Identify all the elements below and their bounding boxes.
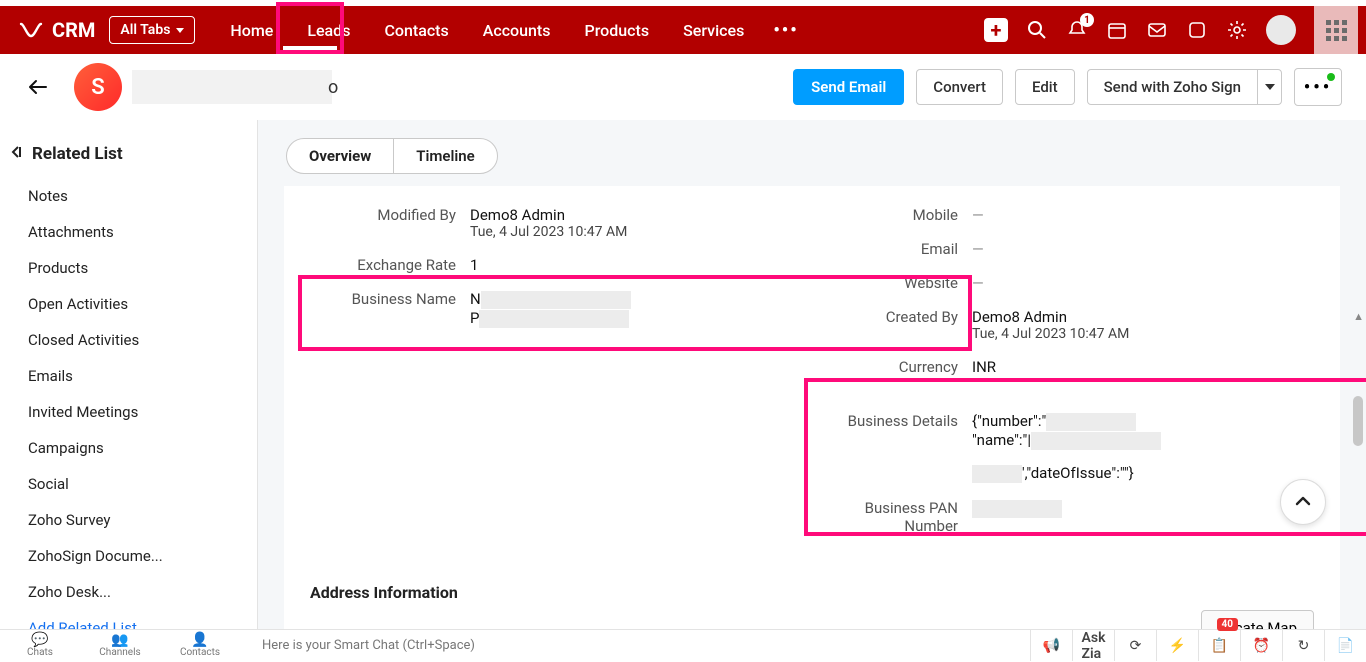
sidebar-item-products[interactable]: Products xyxy=(28,250,257,286)
content-area: Overview Timeline Modified By Demo8 Admi… xyxy=(258,120,1366,629)
field-modified-by: Modified By Demo8 Admin Tue, 4 Jul 2023 … xyxy=(310,198,812,248)
scrollbar-thumb[interactable] xyxy=(1353,396,1363,446)
app-launcher-icon[interactable] xyxy=(1314,6,1358,54)
contacts-icon: 👤 xyxy=(191,633,208,647)
sidebar-item-open-activities[interactable]: Open Activities xyxy=(28,286,257,322)
detail-panel: Modified By Demo8 Admin Tue, 4 Jul 2023 … xyxy=(284,186,1340,629)
record-header: S o Send Email Convert Edit Send with Zo… xyxy=(0,54,1366,120)
history-icon[interactable]: ↻ xyxy=(1282,630,1324,661)
mail-icon[interactable] xyxy=(1146,19,1168,41)
footer-chats[interactable]: 💬Chats xyxy=(0,633,80,658)
smart-chat-hint[interactable]: Here is your Smart Chat (Ctrl+Space) xyxy=(262,638,1030,653)
related-list-items: Notes Attachments Products Open Activiti… xyxy=(0,178,257,629)
notification-bell-icon[interactable]: 1 xyxy=(1066,19,1088,41)
footer-channels[interactable]: 👥Channels xyxy=(80,633,160,658)
clipboard-icon[interactable]: 📄 xyxy=(1324,630,1366,661)
sidebar-item-campaigns[interactable]: Campaigns xyxy=(28,430,257,466)
app-name: CRM xyxy=(52,18,95,42)
refresh-icon[interactable]: ⟳ xyxy=(1114,630,1156,661)
business-name-annotation xyxy=(298,275,972,351)
nav-accounts[interactable]: Accounts xyxy=(466,6,568,54)
footer-bar: 💬Chats 👥Channels 👤Contacts Here is your … xyxy=(0,629,1366,661)
profile-avatar[interactable] xyxy=(1266,15,1296,45)
tab-overview[interactable]: Overview xyxy=(287,139,394,173)
search-icon[interactable] xyxy=(1026,19,1048,41)
topbar-right: + 1 xyxy=(984,6,1366,54)
notes-badge: 40 xyxy=(1217,618,1238,631)
quick-create-button[interactable]: + xyxy=(984,18,1008,42)
footer-contacts[interactable]: 👤Contacts xyxy=(160,633,240,658)
settings-gear-icon[interactable] xyxy=(1226,19,1248,41)
nav-contacts[interactable]: Contacts xyxy=(367,6,465,54)
tab-timeline[interactable]: Timeline xyxy=(394,139,496,173)
announcement-icon[interactable]: 📢 xyxy=(1030,630,1072,661)
scrollbar-up-icon[interactable]: ▲ xyxy=(1353,310,1364,323)
zoho-crm-logo-icon xyxy=(18,21,44,39)
sidebar-item-social[interactable]: Social xyxy=(28,466,257,502)
add-related-list-link[interactable]: Add Related List xyxy=(28,610,257,629)
footer-right-tools: 📢 Ask Zia ⟳ ⚡ 📋40 ⏰ ↻ 📄 xyxy=(1030,630,1366,661)
caret-down-icon xyxy=(176,28,184,33)
sidebar-item-zohosign-docs[interactable]: ZohoSign Docume... xyxy=(28,538,257,574)
nav-products[interactable]: Products xyxy=(568,6,667,54)
record-tabs: Overview Timeline xyxy=(258,120,1366,186)
sidebar-item-notes[interactable]: Notes xyxy=(28,178,257,214)
zia-signal-icon[interactable]: ⚡ xyxy=(1156,630,1198,661)
record-avatar: S xyxy=(74,63,122,111)
sidebar-item-zoho-survey[interactable]: Zoho Survey xyxy=(28,502,257,538)
status-dot-icon xyxy=(1327,73,1335,81)
sidebar-item-invited-meetings[interactable]: Invited Meetings xyxy=(28,394,257,430)
record-actions: Send Email Convert Edit Send with Zoho S… xyxy=(793,68,1342,106)
send-email-button[interactable]: Send Email xyxy=(793,69,904,105)
collapse-panel-icon[interactable] xyxy=(10,144,24,164)
chat-icon: 💬 xyxy=(31,633,48,647)
sidebar-item-zoho-desk[interactable]: Zoho Desk... xyxy=(28,574,257,610)
leads-tab-annotation xyxy=(276,2,344,54)
field-email: Email — xyxy=(812,232,1314,266)
related-list-header: Related List xyxy=(0,120,257,178)
channels-icon: 👥 xyxy=(111,633,128,647)
nav-services[interactable]: Services xyxy=(666,6,761,54)
ask-zia-button[interactable]: Ask Zia xyxy=(1072,630,1114,661)
reminder-icon[interactable]: ⏰ xyxy=(1240,630,1282,661)
nav-more-icon[interactable]: ••• xyxy=(761,6,810,54)
extension-icon[interactable] xyxy=(1186,19,1208,41)
scroll-to-top-button[interactable] xyxy=(1280,479,1326,525)
convert-button[interactable]: Convert xyxy=(916,69,1003,105)
all-tabs-dropdown[interactable]: All Tabs xyxy=(109,16,195,44)
app-logo[interactable]: CRM xyxy=(0,18,109,42)
field-mobile: Mobile — xyxy=(812,198,1314,232)
more-actions-button[interactable]: ••• xyxy=(1294,68,1342,106)
related-list-panel: Related List Notes Attachments Products … xyxy=(0,120,258,629)
calendar-icon[interactable] xyxy=(1106,19,1128,41)
back-arrow-icon[interactable] xyxy=(24,73,52,101)
sidebar-item-attachments[interactable]: Attachments xyxy=(28,214,257,250)
send-zoho-sign-button[interactable]: Send with Zoho Sign xyxy=(1087,69,1282,105)
split-caret-icon[interactable] xyxy=(1257,70,1281,104)
sidebar-item-emails[interactable]: Emails xyxy=(28,358,257,394)
address-section-title: Address Information xyxy=(310,543,1314,602)
edit-button[interactable]: Edit xyxy=(1015,69,1075,105)
sidebar-item-closed-activities[interactable]: Closed Activities xyxy=(28,322,257,358)
record-title: o xyxy=(132,70,332,104)
sticky-notes-icon[interactable]: 📋40 xyxy=(1198,630,1240,661)
top-nav-bar: CRM All Tabs Home Leads Contacts Account… xyxy=(0,6,1366,54)
notification-badge: 1 xyxy=(1080,13,1094,27)
fields-left-column: Modified By Demo8 Admin Tue, 4 Jul 2023 … xyxy=(310,198,812,543)
